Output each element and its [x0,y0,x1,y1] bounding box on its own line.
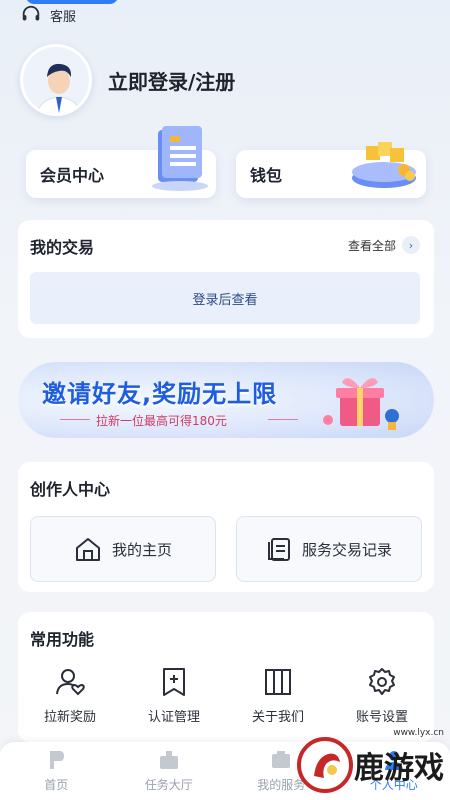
gear-icon [369,668,395,695]
member-center-card[interactable]: 会员中心 [26,126,216,198]
wallet-label: 钱包 [250,166,283,185]
my-service-icon [272,751,291,768]
default-avatar-icon [23,47,89,113]
referral-reward-label: 拉新奖励 [43,710,96,725]
account-settings-label: 账号设置 [355,710,408,725]
login-to-view-button[interactable]: 登录后查看 [30,272,420,324]
task-hall-icon [159,751,178,769]
login-register-link[interactable]: 立即登录/注册 [108,66,235,95]
certification-label: 认证管理 [147,710,200,725]
banner-title: 邀请好友,奖励无上限 [42,380,278,408]
certification-button[interactable]: 认证管理 [129,666,219,725]
creator-center-section: 创作人中心 我的主页 服务交易记录 [18,462,434,592]
tab-task-hall[interactable]: 任务大厅 [124,748,214,800]
my-homepage-button[interactable]: 我的主页 [30,516,216,582]
service-records-button[interactable]: 服务交易记录 [236,516,422,582]
referral-reward-button[interactable]: 拉新奖励 [25,666,115,725]
common-functions-title: 常用功能 [30,630,95,649]
banner-divider-right [268,419,298,420]
member-center-label: 会员中心 [40,166,105,185]
watermark-text: 鹿游戏 [354,751,444,786]
tab-home-label: 首页 [44,778,69,792]
watermark-url: www.lyx.cn [393,728,444,738]
common-functions-section: 常用功能 拉新奖励 认证管理 关于我们 账号设置 [18,612,434,742]
creator-center-title: 创作人中心 [30,480,111,499]
my-homepage-label: 我的主页 [111,540,172,559]
about-us-button[interactable]: 关于我们 [233,666,323,725]
view-all-label: 查看全部 [347,238,396,253]
customer-service-label: 客服 [50,9,77,25]
avatar[interactable] [20,44,92,116]
tab-task-hall-label: 任务大厅 [144,778,193,792]
customer-service-button[interactable]: 客服 [20,4,76,26]
banner-subtitle: 拉新一位最高可得180元 [96,414,227,428]
account-settings-button[interactable]: 账号设置 [337,666,427,725]
gift-box-icon [323,378,399,430]
profile-header[interactable]: 立即登录/注册 [20,44,235,116]
headset-icon [22,5,40,21]
invite-banner[interactable]: 邀请好友,奖励无上限 拉新一位最高可得180元 [18,362,434,438]
home-icon [75,538,100,561]
view-all-link[interactable]: 查看全部 › [348,236,420,254]
chevron-right-icon: › [402,236,420,254]
service-records-label: 服务交易记录 [301,540,392,559]
document-list-icon [267,538,290,561]
wallet-coins-icon [352,142,416,188]
user-heart-icon [56,669,85,696]
home-logo-icon [50,751,65,769]
bookmark-plus-icon [163,668,185,696]
my-trades-title: 我的交易 [30,238,95,257]
tab-home[interactable]: 首页 [11,748,101,800]
deer-logo-icon [297,737,353,793]
wallet-card[interactable]: 钱包 [236,142,426,198]
member-book-icon [152,126,208,191]
my-trades-section: 我的交易 查看全部 › 登录后查看 [18,220,434,338]
banner-divider-left [60,419,90,420]
quick-cards: 会员中心 钱包 [26,126,426,198]
panels-icon [265,669,291,695]
watermark: 鹿游戏 www.lyx.cn [296,728,444,794]
top-bar: 客服 [0,0,450,30]
common-functions-row: 拉新奖励 认证管理 关于我们 账号设置 [18,666,434,725]
about-us-label: 关于我们 [251,710,304,725]
